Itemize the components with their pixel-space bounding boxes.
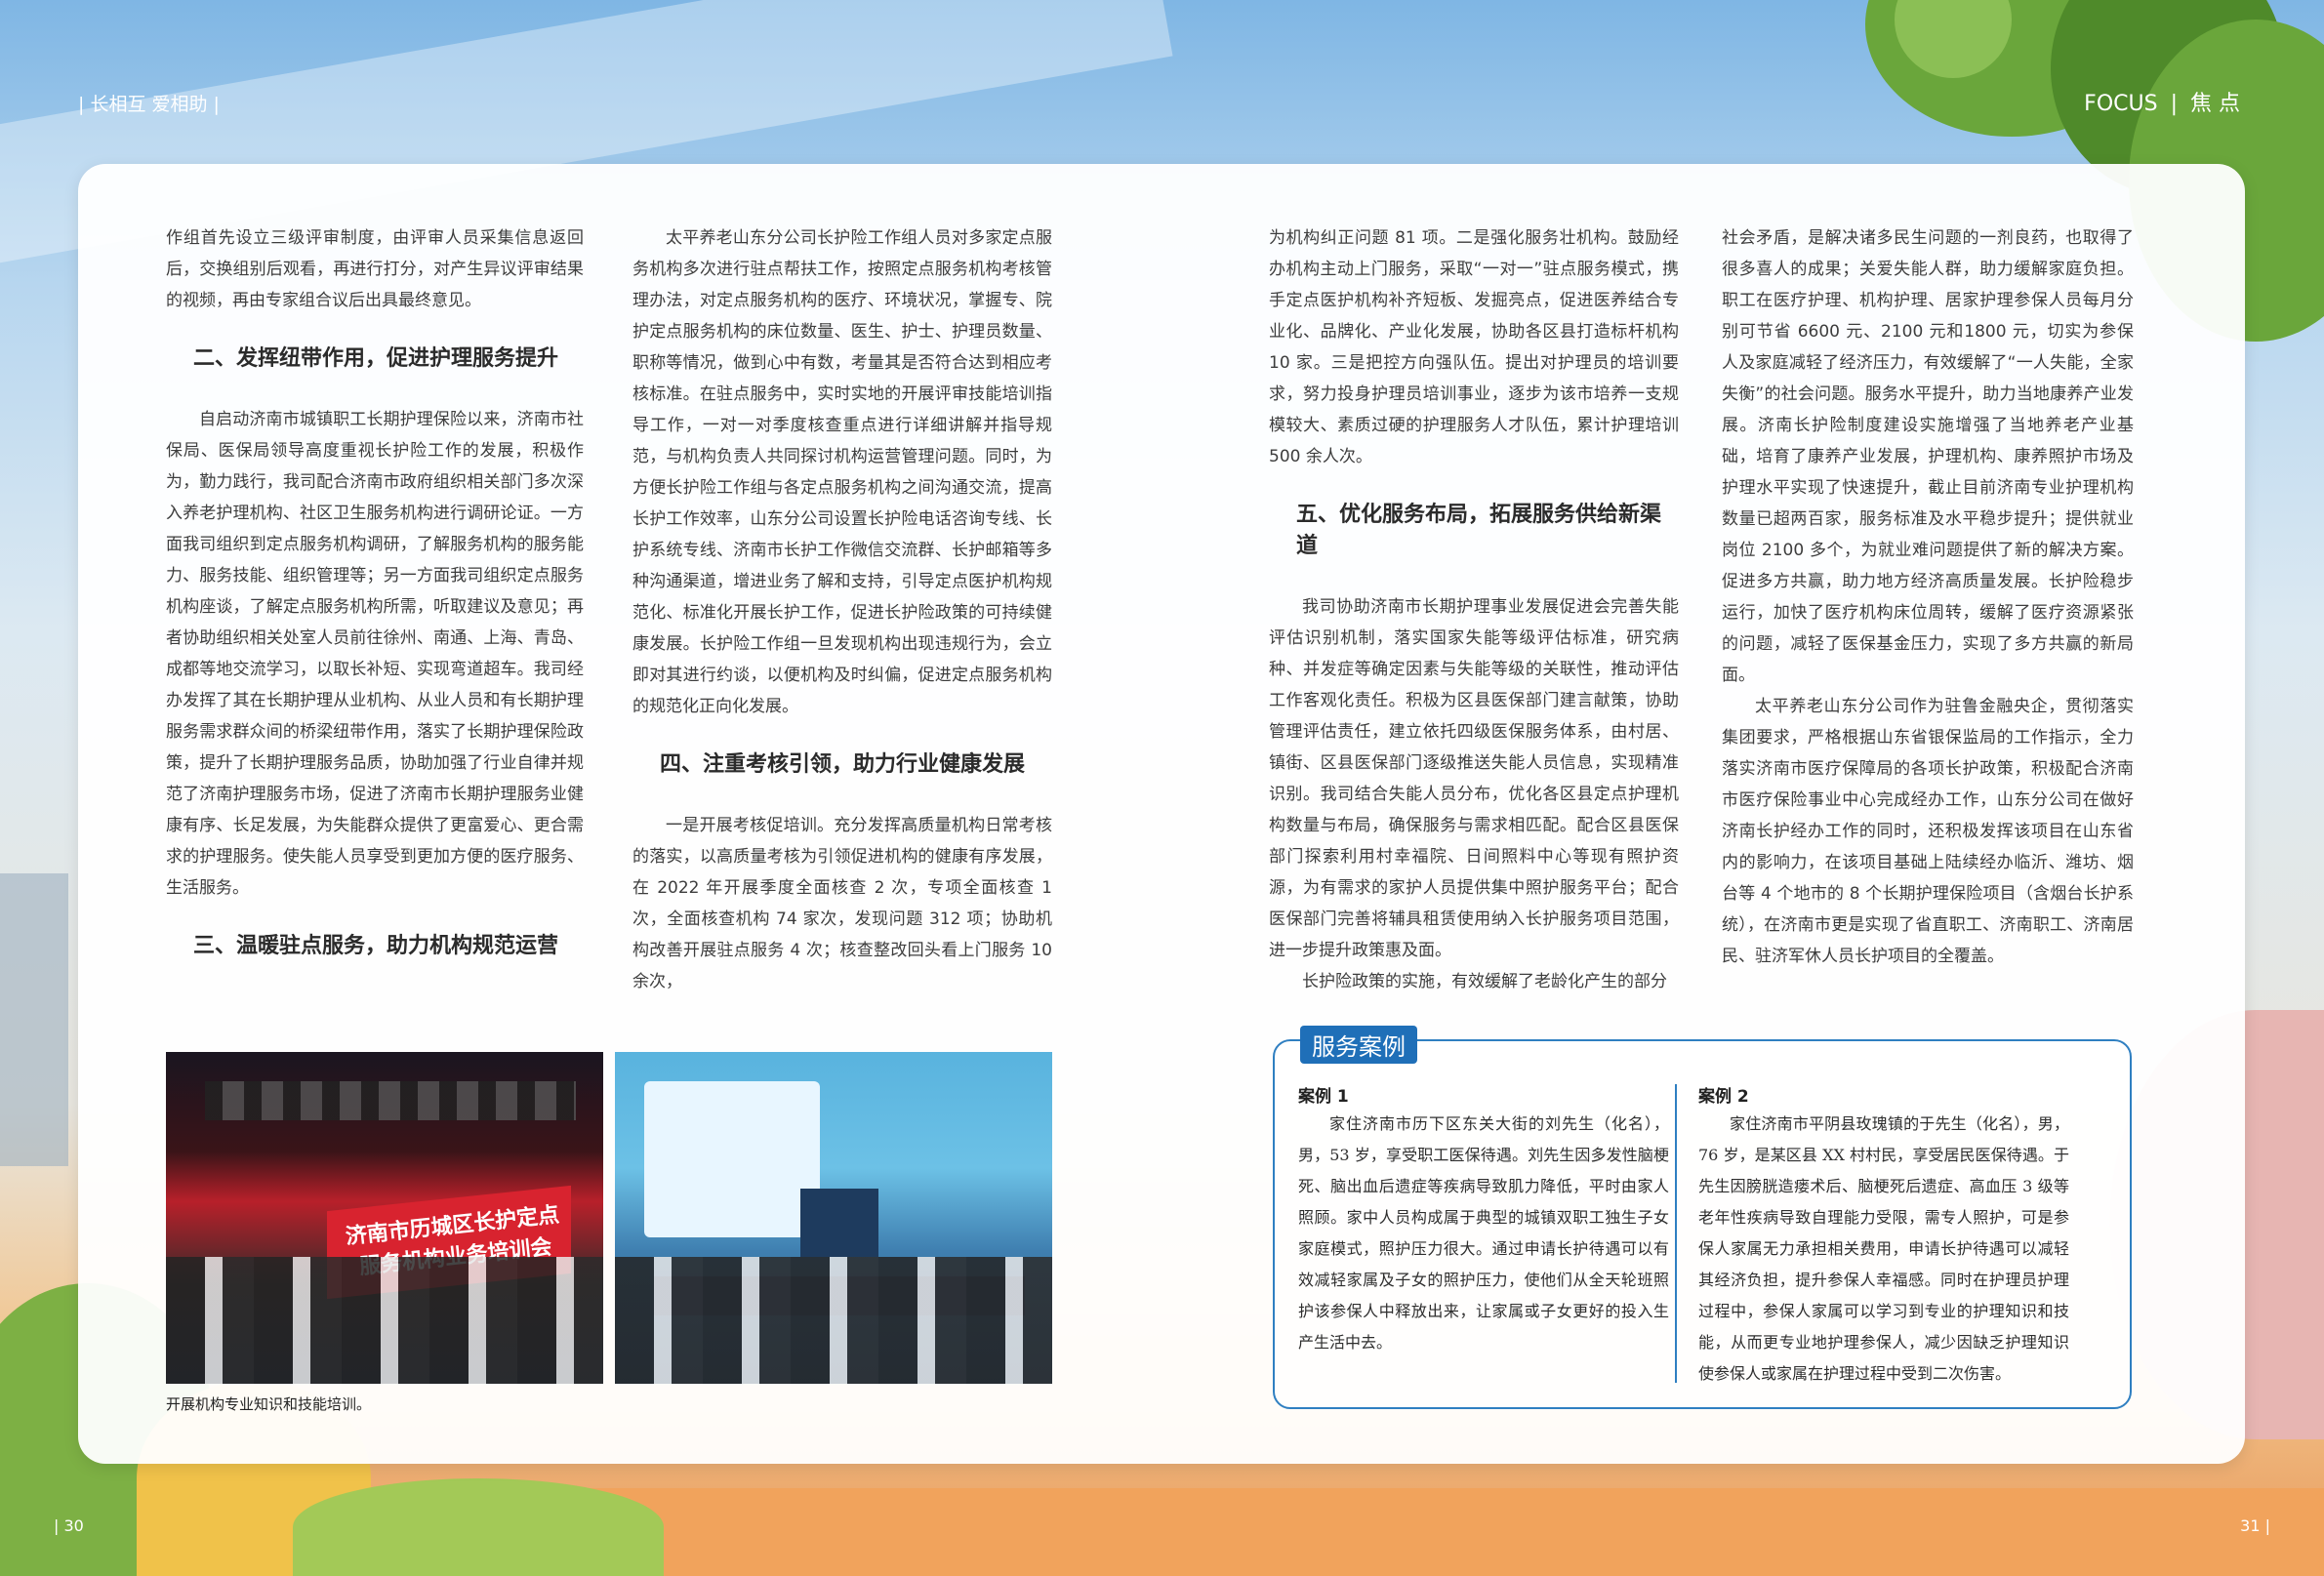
case-label: 案例 2 [1698, 1087, 1749, 1107]
case-divider [1675, 1084, 1677, 1383]
text-column-4: 社会矛盾，是解决诸多民生问题的一剂良药，也取得了很多喜人的成果；关爱失能人群，助… [1722, 222, 2134, 972]
text-column-1: 作组首先设立三级评审制度，由评审人员采集信息返回后，交换组别后观看，再进行打分，… [166, 222, 584, 991]
case-label: 案例 1 [1298, 1087, 1349, 1107]
audience [615, 1257, 1052, 1384]
paragraph: 社会矛盾，是解决诸多民生问题的一剂良药，也取得了很多喜人的成果；关爱失能人群，助… [1722, 228, 2134, 685]
photo-group: 济南市历城区长护定点服务机构业务培训会 开展机构专业知识和技能培训。 [166, 1052, 1054, 1413]
paragraph: 太平养老山东分公司长护险工作组人员对多家定点服务机构多次进行驻点帮扶工作，按照定… [632, 228, 1052, 716]
training-meeting-photo: 济南市历城区长护定点服务机构业务培训会 [166, 1052, 603, 1384]
grass-bush [293, 1478, 664, 1576]
seminar-photo [615, 1052, 1052, 1384]
projection-screen [644, 1081, 820, 1237]
focus-label: FOCUS [2084, 92, 2158, 116]
page-number-left: | 30 [54, 1516, 84, 1535]
city-building [0, 873, 68, 1166]
case-text: 家住济南市历下区东关大街的刘先生（化名），男，53 岁，享受职工医保待遇。刘先生… [1298, 1114, 1669, 1352]
section-heading: 二、发挥纽带作用，促进护理服务提升 [193, 346, 559, 371]
section-header-right: FOCUS | 焦 点 [2084, 86, 2240, 117]
paragraph: 一是开展考核促培训。充分发挥高质量机构日常考核的落实，以高质量考核为引领促进机构… [632, 816, 1052, 991]
stage-lights [205, 1081, 576, 1120]
page-number-right: 31 | [2240, 1516, 2270, 1535]
case-text: 家住济南市平阴县玫瑰镇的于先生（化名），男，76 岁，是某区县 XX 村村民，享… [1698, 1114, 2069, 1383]
section-header-left: | 长相互 爱相助 | [78, 94, 220, 115]
paragraph: 为机构纠正问题 81 项。二是强化服务壮机构。鼓励经办机构主动上门服务，采取“一… [1269, 228, 1679, 466]
header-separator: | [2170, 92, 2178, 116]
paragraph: 自启动济南市城镇职工长期护理保险以来，济南市社保局、医保局领导高度重视长护险工作… [166, 410, 584, 898]
article-card: 作组首先设立三级评审制度，由评审人员采集信息返回后，交换组别后观看，再进行打分，… [78, 164, 2245, 1464]
service-case-box: 服务案例 案例 1 家住济南市历下区东关大街的刘先生（化名），男，53 岁，享受… [1273, 1026, 2132, 1409]
text-column-2: 太平养老山东分公司长护险工作组人员对多家定点服务机构多次进行驻点帮扶工作，按照定… [632, 222, 1052, 997]
section-heading: 五、优化服务布局，拓展服务供给新渠道 [1296, 503, 1662, 558]
paragraph: 我司协助济南市长期护理事业发展促进会完善失能评估识别机制，落实国家失能等级评估标… [1269, 597, 1679, 960]
paragraph: 太平养老山东分公司作为驻鲁金融央企，贯彻落实集团要求，严格根据山东省银保监局的工… [1722, 697, 2134, 966]
focus-cn-label: 焦 点 [2190, 92, 2240, 116]
text-column-3: 为机构纠正问题 81 项。二是强化服务壮机构。鼓励经办机构主动上门服务，采取“一… [1269, 222, 1679, 997]
paragraph: 作组首先设立三级评审制度，由评审人员采集信息返回后，交换组别后观看，再进行打分，… [166, 228, 584, 310]
paragraph: 长护险政策的实施，有效缓解了老龄化产生的部分 [1302, 972, 1667, 991]
section-heading: 四、注重考核引领，助力行业健康发展 [660, 752, 1026, 777]
case-2: 案例 2 家住济南市平阴县玫瑰镇的于先生（化名），男，76 岁，是某区县 XX … [1698, 1082, 2069, 1390]
section-heading: 三、温暖驻点服务，助力机构规范运营 [193, 934, 559, 958]
case-1: 案例 1 家住济南市历下区东关大街的刘先生（化名），男，53 岁，享受职工医保待… [1298, 1082, 1669, 1358]
podium [800, 1189, 878, 1257]
case-box-title: 服务案例 [1300, 1026, 1417, 1064]
audience [166, 1257, 603, 1384]
photo-caption: 开展机构专业知识和技能培训。 [166, 1395, 372, 1413]
